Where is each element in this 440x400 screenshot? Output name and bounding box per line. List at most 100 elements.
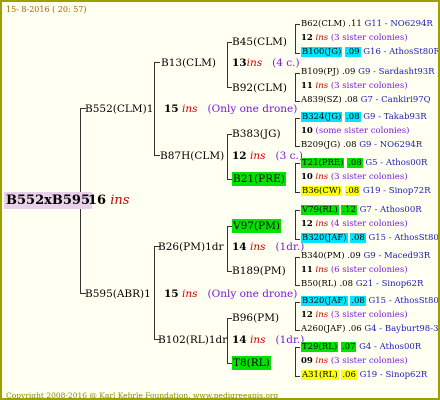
inbreeding-coefficient: .08 xyxy=(339,279,353,289)
ins-note: (Only one drone) xyxy=(207,103,298,115)
ins-word: ins xyxy=(315,265,329,275)
ins-word: ins xyxy=(249,241,266,253)
generation-source: G15 - AthosSt80R xyxy=(368,233,440,243)
generation-source: G16 - AthosSt80R xyxy=(363,47,440,57)
inbreeding-coefficient: .12 xyxy=(341,205,357,215)
great-grandparent-1[interactable]: B45(CLM) xyxy=(232,35,287,49)
ins-value: 11 xyxy=(301,81,313,91)
pedigree-page: 15- 8-2016 ( 20: 57) B552xB595 16 ins B5… xyxy=(0,0,440,400)
ancestor-line: B209(JG) .08 G9 - NO6294R xyxy=(301,140,422,151)
parent-top-inbreeding: 15 ins (Only one drone) xyxy=(164,102,297,116)
ancestor-line: B62(CLM) .11 G11 - NO6294R xyxy=(301,19,433,30)
great-grandparent-6[interactable]: B189(PM) xyxy=(232,264,286,278)
ancestor-name[interactable]: B100(JG) xyxy=(301,47,343,57)
grandparent-1[interactable]: B13(CLM) xyxy=(161,56,216,70)
ins-value: 11 xyxy=(301,265,313,275)
ins-value: 10 xyxy=(301,172,313,182)
generation-source: G9 - NO6294R xyxy=(359,140,423,150)
ancestor-line: B320(JAF) .08 G15 - AthosSt80R xyxy=(301,296,440,307)
ancestor-line: B50(RL) .08 G21 - Sinop62R xyxy=(301,279,423,290)
parent-colony-top[interactable]: B552(CLM)1 xyxy=(85,102,153,116)
ins-note: (some sister colonies) xyxy=(315,126,410,136)
grandparent-2-inbreeding: 12 ins (3 c.) xyxy=(232,149,303,163)
ancestor-name[interactable]: B324(JG) xyxy=(301,112,343,122)
ancestor-name[interactable]: B320(JAF) xyxy=(301,233,348,243)
ins-word: ins xyxy=(315,219,329,229)
generation-source: G9 - Sardasht93R xyxy=(358,67,435,77)
ancestor-inbreeding: 12 ins (4 sister colonies) xyxy=(301,219,408,230)
ancestor-name[interactable]: B62(CLM) xyxy=(301,19,346,29)
inbreeding-coefficient: .11 xyxy=(348,19,362,29)
ins-word: ins xyxy=(315,310,329,320)
inbreeding-coefficient: .08 xyxy=(344,95,358,105)
great-grandparent-5[interactable]: V97(PM) xyxy=(232,219,281,233)
great-grandparent-2[interactable]: B92(CLM) xyxy=(232,81,287,95)
inbreeding-coefficient: .08 xyxy=(350,296,366,306)
generation-source: G7 - Cankiri97Q xyxy=(360,95,431,105)
ins-value: 15 xyxy=(164,103,179,115)
ins-note: (3 sister colonies) xyxy=(330,172,408,182)
ancestor-inbreeding: 11 ins (3 sister colonies) xyxy=(301,81,408,92)
generation-source: G9 - Maced93R xyxy=(363,251,431,261)
copyright-footer: Copyright 2008-2016 @ Karl Kehrle Founda… xyxy=(6,391,279,400)
grandparent-3[interactable]: B26(PM)1dr xyxy=(158,240,224,254)
root-ins-value: 16 xyxy=(88,193,107,208)
ins-value: 14 xyxy=(232,334,247,346)
generation-source: G5 - Athos00R xyxy=(365,158,428,168)
ins-word: ins xyxy=(249,334,266,346)
generation-source: G4 - Athos00R xyxy=(359,342,422,352)
root-inbreeding: 16 ins xyxy=(88,193,129,209)
ancestor-name[interactable]: T21(PRE) xyxy=(301,158,345,168)
ins-word: ins xyxy=(315,81,329,91)
great-grandparent-7[interactable]: B96(PM) xyxy=(232,311,279,325)
ancestor-inbreeding: 10 ins (3 sister colonies) xyxy=(301,172,408,183)
inbreeding-coefficient: .06 xyxy=(348,324,362,334)
grandparent-2[interactable]: B87H(CLM) xyxy=(160,149,224,163)
parent-colony-bottom[interactable]: B595(ABR)1 xyxy=(85,287,151,301)
ancestor-name[interactable]: A839(SZ) xyxy=(301,95,342,105)
ancestor-line: B109(PJ) .09 G9 - Sardasht93R xyxy=(301,67,435,78)
ancestor-inbreeding: 10 (some sister colonies) xyxy=(301,126,409,137)
ancestor-line: B100(JG) .09 G16 - AthosSt80R xyxy=(301,47,440,58)
inbreeding-coefficient: .07 xyxy=(340,342,357,352)
root-ins-word: ins xyxy=(110,193,130,208)
great-grandparent-4[interactable]: B21(PRE) xyxy=(232,172,286,186)
ancestor-name[interactable]: B36(CW) xyxy=(301,186,342,196)
timestamp: 15- 8-2016 ( 20: 57) xyxy=(6,5,87,14)
ins-note: (4 c.) xyxy=(272,57,300,69)
ins-note: (1dr.) xyxy=(275,334,305,346)
ins-value: 14 xyxy=(232,241,247,253)
root-colony[interactable]: B552xB595 xyxy=(4,192,92,209)
ins-value: 10 xyxy=(301,126,313,136)
ancestor-name[interactable]: B209(JG) xyxy=(301,140,340,150)
ancestor-name[interactable]: V79(RL) xyxy=(301,205,339,215)
ancestor-line: V79(RL) .12 G7 - Athos00R xyxy=(301,205,422,216)
generation-source: G19 - Sinop62R xyxy=(359,370,428,380)
ancestor-inbreeding: 12 ins (3 sister colonies) xyxy=(301,310,408,321)
great-grandparent-1-inbreeding: 13ins (4 c.) xyxy=(232,56,300,70)
ins-value: 09 xyxy=(301,356,313,366)
ins-note: (1dr.) xyxy=(275,241,305,253)
grandparent-3-inbreeding: 14 ins (1dr.) xyxy=(232,240,304,254)
ancestor-name[interactable]: B320(JAF) xyxy=(301,296,348,306)
great-grandparent-8[interactable]: T8(RL) xyxy=(232,356,271,370)
generation-source: G19 - Sinop72R xyxy=(362,186,431,196)
inbreeding-coefficient: .08 xyxy=(347,158,363,168)
inbreeding-coefficient: .06 xyxy=(341,370,357,380)
great-grandparent-3[interactable]: B383(JG) xyxy=(232,127,281,141)
ancestor-name[interactable]: A260(JAF) xyxy=(301,324,345,334)
ancestor-name[interactable]: T29(RL) xyxy=(301,342,339,352)
ancestor-line: B320(JAF) .08 G15 - AthosSt80R xyxy=(301,233,440,244)
ancestor-name[interactable]: A31(RL) xyxy=(301,370,339,380)
generation-source: G11 - NO6294R xyxy=(364,19,433,29)
generation-source: G15 - AthosSt80R xyxy=(368,296,440,306)
ancestor-name[interactable]: B50(RL) xyxy=(301,279,337,289)
ancestor-inbreeding: 11 ins (6 sister colonies) xyxy=(301,265,408,276)
ancestor-name[interactable]: B109(PJ) xyxy=(301,67,339,77)
ins-word: ins xyxy=(315,33,329,43)
ancestor-line: B36(CW) .08 G19 - Sinop72R xyxy=(301,186,431,197)
grandparent-4[interactable]: B102(RL)1dr xyxy=(158,333,227,347)
ins-word: ins xyxy=(315,356,329,366)
ancestor-name[interactable]: B340(PM) xyxy=(301,251,345,261)
ancestor-line: B324(JG) .08 G9 - Takab93R xyxy=(301,112,427,123)
